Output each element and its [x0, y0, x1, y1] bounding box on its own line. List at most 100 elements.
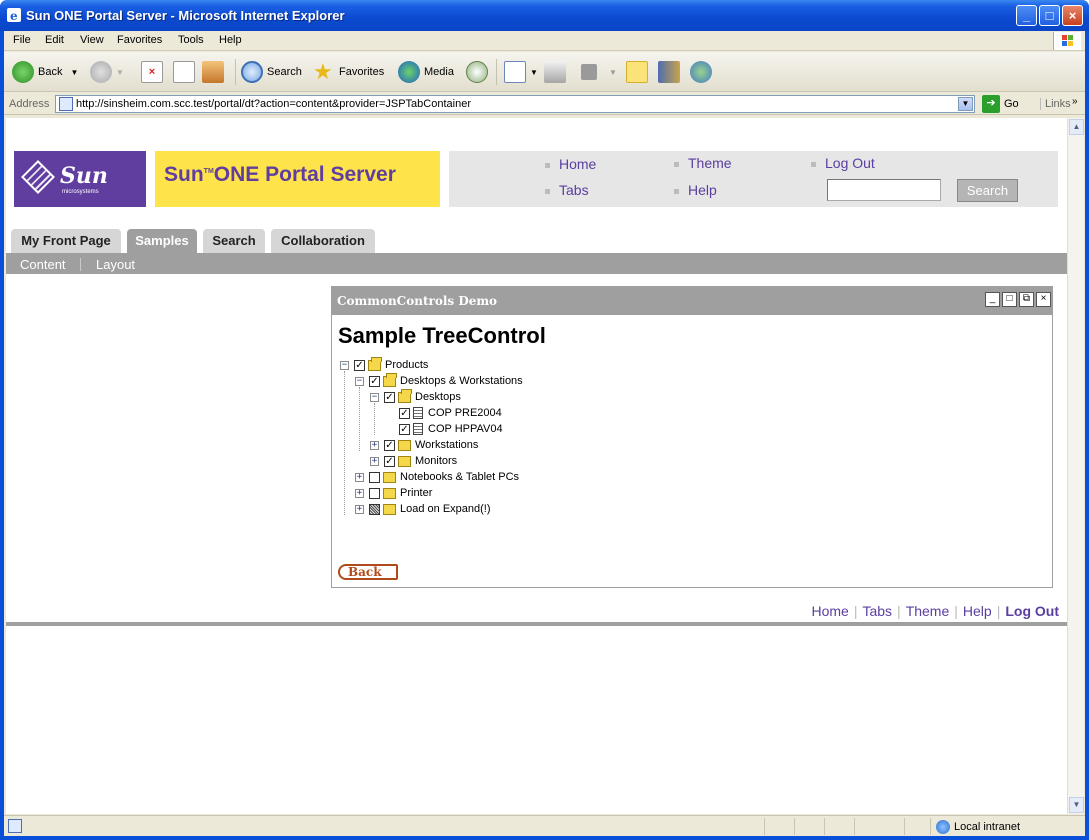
expand-icon[interactable]: + [355, 472, 364, 482]
scroll-down-icon[interactable]: ▼ [1069, 797, 1084, 813]
tree-node-desktops-workstations[interactable]: − ✓ Desktops & Workstations [355, 372, 523, 389]
collapse-icon[interactable]: − [340, 360, 349, 370]
tab-samples[interactable]: Samples [127, 229, 197, 253]
tree-checkbox-partial[interactable] [369, 503, 380, 515]
footer-theme-link[interactable]: Theme [906, 603, 950, 619]
address-input[interactable]: http://sinsheim.com.scc.test/portal/dt?a… [55, 95, 975, 113]
expand-icon[interactable]: + [370, 456, 379, 466]
portal-tabs: My Front Page Samples Search Collaborati… [6, 229, 1067, 253]
tree-checkbox-checked[interactable]: ✓ [399, 407, 410, 419]
back-dropdown-icon[interactable]: ▼ [70, 68, 78, 77]
portal-search-input[interactable] [827, 179, 941, 201]
refresh-button[interactable] [173, 60, 199, 84]
edit-button[interactable]: ▼ [581, 60, 617, 84]
tree-checkbox-checked[interactable]: ✓ [399, 423, 410, 435]
nav-help-link[interactable]: Help [674, 182, 717, 198]
search-label: Search [267, 66, 302, 78]
back-label: Back [38, 66, 63, 78]
footer-logout-link[interactable]: Log Out [1005, 603, 1059, 619]
research-icon [658, 61, 680, 83]
forward-arrow-icon [90, 61, 112, 83]
tree-node-printer[interactable]: + Printer [355, 485, 432, 501]
discuss-button[interactable] [626, 60, 652, 84]
folder-icon [383, 487, 396, 499]
subtab-content[interactable]: Content [20, 257, 66, 272]
tree-node-load-on-expand[interactable]: + Load on Expand(!) [355, 501, 491, 517]
mail-button[interactable]: ▼ [504, 60, 538, 84]
history-button[interactable] [466, 60, 492, 84]
nav-theme-link[interactable]: Theme [674, 155, 732, 171]
media-button[interactable]: Media [398, 60, 454, 84]
security-zone[interactable]: Local intranet [936, 820, 1020, 834]
tree-node-label: COP HPPAV04 [428, 423, 503, 435]
sun-logo[interactable]: Sun microsystems [14, 151, 146, 207]
maximize-button[interactable]: □ [1039, 5, 1060, 26]
footer-separator: | [853, 603, 858, 619]
portal-search-button[interactable]: Search [957, 179, 1018, 202]
tree-connector [359, 387, 360, 451]
links-chevron-icon[interactable]: » [1072, 96, 1078, 107]
tree-node-notebooks[interactable]: + Notebooks & Tablet PCs [355, 469, 519, 485]
tree-node-cop-pre2004[interactable]: ✓ COP PRE2004 [385, 405, 502, 421]
expand-icon[interactable]: + [370, 440, 379, 450]
menu-favorites[interactable]: Favorites [117, 34, 162, 46]
minimize-channel-icon[interactable]: _ [985, 292, 1000, 307]
menu-edit[interactable]: Edit [45, 34, 64, 46]
expand-icon[interactable]: + [355, 488, 364, 498]
stop-button[interactable]: × [141, 60, 167, 84]
print-button[interactable] [544, 60, 570, 84]
vertical-scrollbar[interactable]: ▲ ▼ [1067, 118, 1084, 814]
subtab-layout[interactable]: Layout [96, 257, 135, 272]
menu-tools[interactable]: Tools [178, 34, 204, 46]
scroll-up-icon[interactable]: ▲ [1069, 119, 1084, 135]
banner-trademark: TM [203, 168, 214, 175]
menu-help[interactable]: Help [219, 34, 242, 46]
tree-checkbox-checked[interactable]: ✓ [354, 359, 365, 371]
back-link-button[interactable]: Back [338, 564, 398, 580]
tree-checkbox-unchecked[interactable] [369, 487, 380, 499]
expand-icon[interactable]: + [355, 504, 364, 514]
menu-view[interactable]: View [80, 34, 104, 46]
footer-help-link[interactable]: Help [963, 603, 992, 619]
tree-checkbox-checked[interactable]: ✓ [384, 455, 395, 467]
tab-collaboration[interactable]: Collaboration [271, 229, 375, 253]
home-button[interactable] [202, 60, 228, 84]
tree-node-monitors[interactable]: + ✓ Monitors [370, 453, 457, 469]
menu-file[interactable]: File [13, 34, 31, 46]
close-button[interactable]: × [1062, 5, 1083, 26]
tree-checkbox-checked[interactable]: ✓ [384, 439, 395, 451]
tab-my-front-page[interactable]: My Front Page [11, 229, 121, 253]
collapse-icon[interactable]: − [355, 376, 364, 386]
search-button[interactable]: Search [241, 60, 302, 84]
go-button[interactable]: ➔ Go [982, 95, 1019, 113]
nav-logout-link[interactable]: Log Out [811, 155, 875, 171]
tree-node-cop-hppav04[interactable]: ✓ COP HPPAV04 [385, 421, 503, 437]
tree-checkbox-checked[interactable]: ✓ [384, 391, 395, 403]
footer-home-link[interactable]: Home [811, 603, 848, 619]
tree-checkbox-unchecked[interactable] [369, 471, 380, 483]
nav-tabs-link[interactable]: Tabs [545, 182, 589, 198]
tree-node-products[interactable]: − ✓ Products [340, 356, 428, 373]
folder-icon [398, 455, 411, 467]
address-dropdown-icon[interactable]: ▼ [958, 97, 973, 111]
tree-node-workstations[interactable]: + ✓ Workstations [370, 437, 478, 453]
tab-search[interactable]: Search [203, 229, 265, 253]
tree-checkbox-checked[interactable]: ✓ [369, 375, 380, 387]
tree-node-label: Notebooks & Tablet PCs [400, 471, 520, 483]
messenger-button[interactable] [690, 60, 716, 84]
back-button[interactable]: Back ▼ [12, 60, 78, 84]
mail-dropdown-icon[interactable]: ▼ [530, 68, 538, 77]
forward-button[interactable]: ▼ [90, 60, 124, 84]
maximize-channel-icon[interactable]: □ [1002, 292, 1017, 307]
links-button[interactable]: Links [1040, 98, 1071, 110]
channel-title: CommonControls Demo [337, 294, 498, 308]
remove-channel-icon[interactable]: × [1036, 292, 1051, 307]
footer-tabs-link[interactable]: Tabs [862, 603, 892, 619]
tree-node-desktops[interactable]: − ✓ Desktops [370, 388, 461, 405]
favorites-button[interactable]: ★ Favorites [313, 60, 384, 84]
minimize-button[interactable]: _ [1016, 5, 1037, 26]
detach-channel-icon[interactable]: ⧉ [1019, 292, 1034, 307]
research-button[interactable] [658, 60, 684, 84]
nav-home-link[interactable]: Home [545, 156, 596, 172]
collapse-icon[interactable]: − [370, 392, 379, 402]
